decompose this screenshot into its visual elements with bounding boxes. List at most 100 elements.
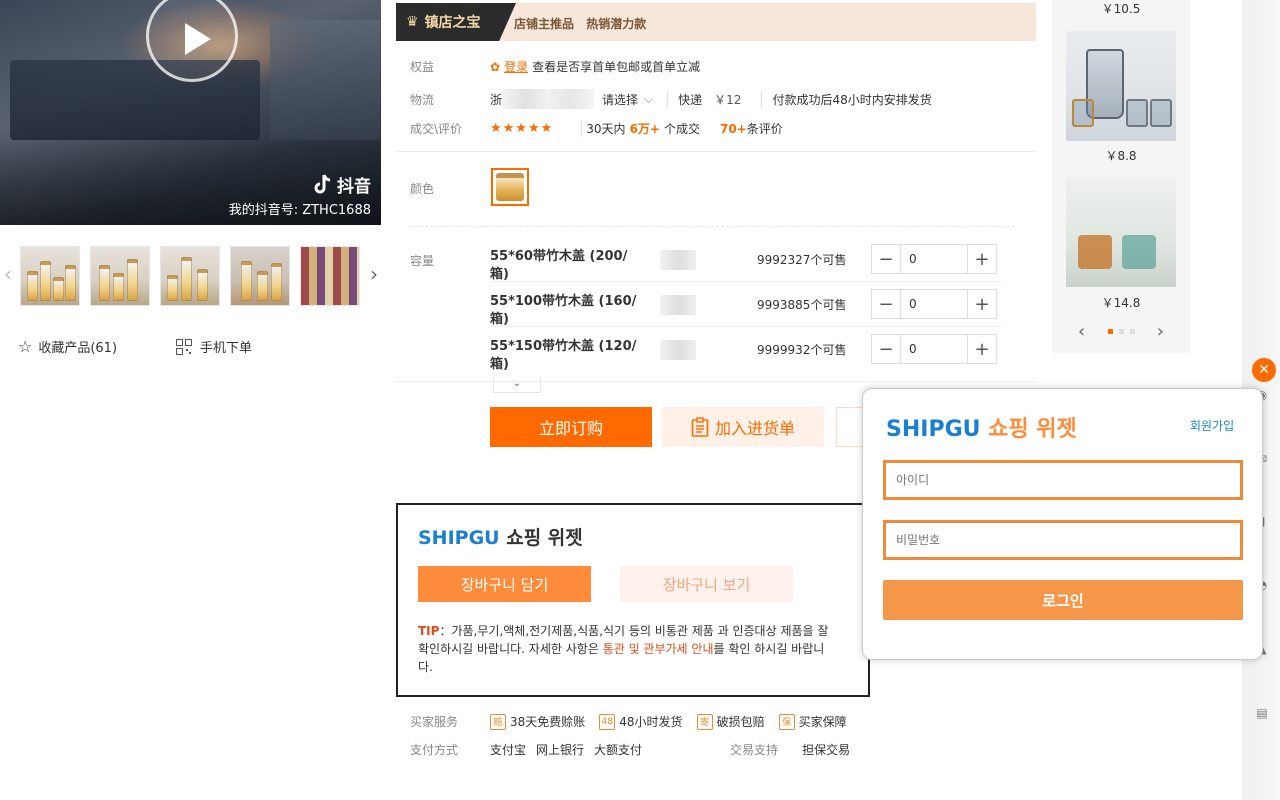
region-select[interactable]: 请选择 ⌵ — [602, 91, 653, 108]
buy-now-button[interactable]: 立即订购 — [490, 407, 652, 447]
mobile-order-button[interactable]: 手机下单 — [176, 337, 252, 356]
page-dot-active[interactable] — [1107, 328, 1113, 334]
thumbnail-5[interactable] — [300, 246, 360, 306]
reviews-count[interactable]: 70+ — [720, 122, 747, 136]
reco-page-dots — [1107, 328, 1135, 334]
customs-guide-link[interactable]: 통관 및 관부가세 안내 — [603, 642, 714, 656]
redacted-price — [660, 340, 696, 360]
service-text: 买家保障 — [798, 715, 847, 729]
recommendations-panel: ￥10.5 ￥8.8 ￥14.8 ‹ › — [1052, 0, 1190, 353]
shipgu-widget: SHIPGU 쇼핑 위젯 장바구니 담기 장바구니 보기 TIP：가품,무기,액… — [396, 503, 870, 697]
thumbnail-2[interactable] — [90, 246, 150, 306]
login-title-text: 쇼핑 위젯 — [980, 417, 1077, 442]
close-icon[interactable]: ✕ — [1252, 358, 1276, 382]
capacity-option-name: 55*100带竹木盖 (160/箱) — [490, 294, 637, 327]
document-icon[interactable]: ▤ — [1255, 706, 1269, 720]
page-dot[interactable] — [1118, 328, 1124, 334]
service-item: 保买家保障 — [778, 713, 847, 730]
redacted-price — [660, 295, 696, 315]
star-outline-icon: ☆ — [18, 337, 33, 356]
login-link[interactable]: 登录 — [504, 58, 528, 75]
thumbnail-3[interactable] — [160, 246, 220, 306]
reco-product-image[interactable] — [1066, 177, 1176, 287]
tip-label: TIP — [418, 624, 440, 638]
decrement-button[interactable]: − — [872, 290, 900, 318]
douyin-label: 抖音 — [337, 177, 371, 197]
thumbnail-prev-arrow[interactable]: ‹ — [0, 262, 16, 286]
decrement-button[interactable]: − — [872, 245, 900, 273]
login-button[interactable]: 로그인 — [883, 580, 1243, 620]
page-dot[interactable] — [1129, 328, 1135, 334]
logistics-row: 物流 浙 请选择 ⌵ 快递 ￥12 付款成功后48小时内安排发货 — [410, 89, 932, 109]
thumbnail-4[interactable] — [230, 246, 290, 306]
decrement-button[interactable]: − — [872, 335, 900, 363]
reco-price: ￥8.8 — [1105, 149, 1137, 163]
logistics-label: 物流 — [410, 92, 435, 107]
trade-support-value: 担保交易 — [802, 743, 851, 757]
quantity-input[interactable]: 0 — [900, 290, 968, 318]
color-row-label: 颜色 — [410, 180, 490, 197]
reco-product-image[interactable] — [1066, 31, 1176, 141]
thumbnail-1[interactable] — [20, 246, 80, 306]
damage-compensation-icon: 寄 — [696, 713, 713, 730]
color-label: 颜色 — [410, 182, 435, 196]
quantity-input[interactable]: 0 — [900, 335, 968, 363]
quantity-stepper: − 0 + — [871, 244, 997, 274]
qr-code-icon — [176, 338, 192, 355]
shipgu-brand: SHIPGU — [886, 417, 981, 442]
favorite-label: 收藏产品(61) — [38, 341, 118, 356]
capacity-option-name: 55*150带竹木盖 (120/箱) — [490, 339, 637, 372]
service-text: 38天免费赊账 — [510, 715, 586, 729]
shipping-price: ￥12 — [714, 92, 742, 107]
stock-count: 9993885个可售 — [757, 298, 847, 312]
login-widget-title: SHIPGU 쇼핑 위젯 — [886, 411, 1077, 443]
reco-next-arrow[interactable]: › — [1157, 321, 1164, 342]
service-text: 48小时发货 — [619, 715, 683, 729]
password-input[interactable] — [883, 520, 1243, 560]
reco-price: ￥14.8 — [1101, 296, 1141, 310]
increment-button[interactable]: + — [968, 245, 996, 273]
thumbnail-strip: ‹ › — [0, 240, 390, 310]
product-video[interactable]: 抖音 我的抖音号: ZTHC1688 — [0, 0, 381, 225]
reco-prev-arrow[interactable]: ‹ — [1078, 321, 1085, 342]
promo-banner: ♛ 镇店之宝 店铺主推品 热销潜力款 — [396, 3, 1036, 41]
service-item: 寄破损包赔 — [696, 713, 765, 730]
rating-stars: ★★★★★ — [490, 121, 554, 136]
color-option-swatch[interactable] — [491, 168, 529, 206]
reviews-suffix: 条评价 — [746, 122, 783, 136]
shop-treasure-badge: ♛ 镇店之宝 — [396, 3, 516, 41]
expand-options-chevron-icon[interactable]: ⌄ — [493, 377, 541, 393]
shipgu-view-cart-button[interactable]: 장바구니 보기 — [620, 566, 793, 602]
increment-button[interactable]: + — [968, 290, 996, 318]
divider — [490, 281, 1002, 282]
thumbnail-next-arrow[interactable]: › — [366, 262, 382, 286]
benefit-label: 权益 — [410, 60, 435, 74]
capacity-row-label: 容量 — [410, 252, 490, 269]
shipgu-add-cart-button[interactable]: 장바구니 담기 — [418, 566, 591, 602]
deals-row: 成交\评价 ★★★★★ 30天内 6万+ 个成交 70+ 条评价 — [410, 120, 783, 137]
service-item: 赔 38天免费赊账 — [490, 713, 585, 730]
banner-tags: 店铺主推品 热销潜力款 — [514, 15, 654, 32]
capacity-option-name: 55*60带竹木盖 (200/箱) — [490, 249, 628, 282]
coupon-icon: ✿ — [490, 59, 501, 74]
username-input[interactable] — [883, 460, 1243, 500]
banner-tag: 店铺主推品 — [514, 17, 575, 31]
douyin-logo-icon — [314, 173, 331, 193]
reco-pagination: ‹ › — [1078, 321, 1164, 342]
increment-button[interactable]: + — [968, 335, 996, 363]
redacted-price — [660, 250, 696, 270]
banner-tag: 热销潜力款 — [586, 17, 647, 31]
quantity-input[interactable]: 0 — [900, 245, 968, 273]
divider — [410, 226, 1015, 227]
stock-count: 9992327个可售 — [757, 253, 847, 267]
redacted-address — [502, 89, 595, 109]
signup-link[interactable]: 회원가입 — [1190, 417, 1234, 434]
trade-support-label: 交易支持 — [730, 743, 779, 757]
clipboard-icon — [691, 417, 709, 437]
add-to-cart-button[interactable]: 加入进货单 — [662, 407, 824, 447]
capacity-option-row: 55*100带竹木盖 (160/箱) 9993885个可售 − 0 + — [490, 289, 1002, 329]
badge-label: 镇店之宝 — [424, 15, 481, 31]
favorite-product-button[interactable]: ☆ 收藏产品(61) — [18, 337, 117, 356]
divider — [396, 151, 1036, 152]
deals-count: 6万+ — [629, 122, 660, 136]
